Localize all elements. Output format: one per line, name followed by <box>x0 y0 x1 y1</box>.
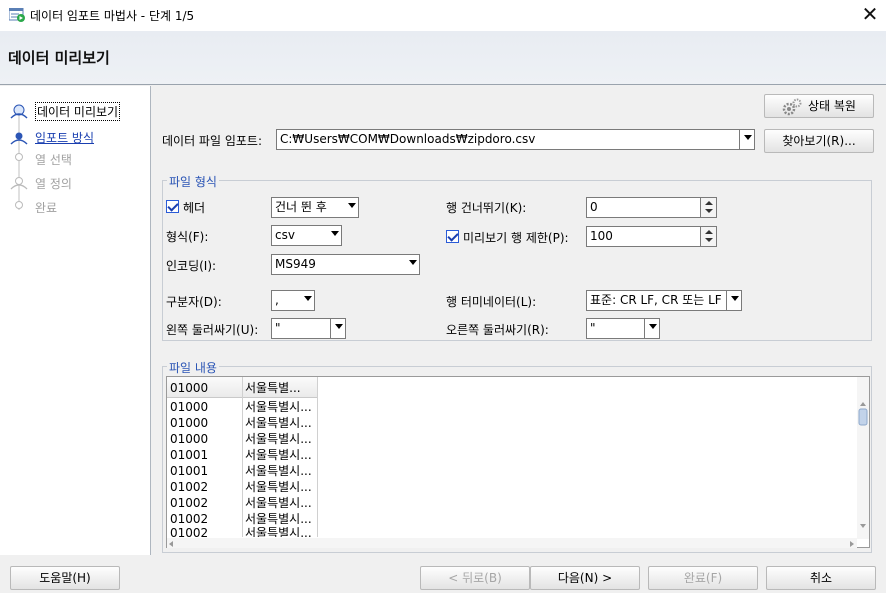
delimiter-select[interactable]: , <box>271 290 315 311</box>
browse-button[interactable]: 찾아보기(R)... <box>764 129 874 153</box>
table-cell: 서울특별시... <box>245 416 312 430</box>
chevron-down-icon <box>304 296 312 301</box>
table-cell: 서울특별시... <box>245 448 312 462</box>
chevron-down-icon <box>649 324 657 329</box>
format-label: 형식(F): <box>166 230 209 244</box>
table-cell: 서울특별시... <box>245 400 312 414</box>
header-checkbox[interactable] <box>166 200 179 213</box>
step-column-select: 열 선택 <box>35 153 72 167</box>
step-navigator: 데이터 미리보기 임포트 방식 열 선택 열 정의 완료 <box>0 86 151 555</box>
file-contents-table[interactable]: 01000 서울특별... 01000 서울특별시... 01000 서울특별시… <box>166 376 870 548</box>
column-header[interactable]: 서울특별... <box>245 380 315 396</box>
preview-limit-label: 미리보기 행 제한(P): <box>463 231 569 245</box>
chevron-down-icon <box>331 231 339 236</box>
vertical-scrollbar[interactable] <box>857 377 869 539</box>
table-cell: 서울특별시... <box>245 512 312 526</box>
encoding-select[interactable]: MS949 <box>271 254 420 275</box>
column-header[interactable]: 01000 <box>170 380 240 396</box>
restore-state-button[interactable]: 상태 복원 <box>764 94 874 118</box>
step-data-preview[interactable]: 데이터 미리보기 <box>35 102 121 121</box>
wizard-header <box>0 31 886 85</box>
next-button[interactable]: 다음(N) > <box>530 566 640 590</box>
table-cell: 01002 <box>170 527 209 537</box>
left-enclosure-label: 왼쪽 둘러싸기(U): <box>166 323 259 337</box>
restore-state-label: 상태 복원 <box>808 99 856 113</box>
window-title: 데이터 임포트 마법사 - 단계 1/5 <box>30 9 195 23</box>
spin-icon[interactable] <box>700 198 716 217</box>
header-label: 헤더 <box>183 201 206 215</box>
chevron-down-icon <box>744 135 752 140</box>
page-title: 데이터 미리보기 <box>8 49 110 67</box>
file-path-value: C:₩Users₩COM₩Downloads₩zipdoro.csv <box>280 132 536 146</box>
table-cell: 01002 <box>170 512 209 526</box>
table-cell: 서울특별시... <box>245 464 312 478</box>
chevron-down-icon <box>335 324 343 329</box>
finish-button[interactable]: 완료(F) <box>648 566 758 590</box>
table-cell: 01001 <box>170 464 209 478</box>
back-button[interactable]: < 뒤로(B) <box>420 566 530 590</box>
terminator-label: 행 터미네이터(L): <box>446 295 537 309</box>
close-icon[interactable]: ✕ <box>858 4 882 26</box>
spin-icon[interactable] <box>700 227 716 246</box>
table-cell: 01002 <box>170 480 209 494</box>
chevron-down-icon <box>409 260 417 265</box>
cancel-button[interactable]: 취소 <box>766 566 876 590</box>
step-column-define: 열 정의 <box>35 177 72 191</box>
right-enclosure-label: 오른쪽 둘러싸기(R): <box>446 323 549 337</box>
table-cell: 서울특별시... <box>245 432 312 446</box>
step-finish: 완료 <box>35 201 58 215</box>
format-value: csv <box>275 228 295 242</box>
format-select[interactable]: csv <box>271 225 342 246</box>
table-cell: 01001 <box>170 448 209 462</box>
encoding-label: 인코딩(I): <box>166 259 217 273</box>
help-button[interactable]: 도움말(H) <box>10 566 120 590</box>
delimiter-label: 구분자(D): <box>166 295 222 309</box>
right-enclosure-select[interactable]: " <box>586 318 660 339</box>
file-label: 데이터 파일 임포트: <box>162 134 262 148</box>
scroll-arrows-icon <box>169 541 854 547</box>
preview-limit-checkbox[interactable] <box>446 230 459 243</box>
gears-icon <box>782 98 802 116</box>
table-cell: 서울특별시... <box>245 480 312 494</box>
table-cell: 01000 <box>170 432 209 446</box>
chevron-down-icon <box>731 296 739 301</box>
scroll-arrows-icon <box>858 402 868 528</box>
header-mode-value: 건너 뛴 후 <box>275 200 327 214</box>
skip-rows-stepper[interactable]: 0 <box>586 197 717 218</box>
table-cell: 서울특별시... <box>245 496 312 510</box>
table-cell: 01002 <box>170 496 209 510</box>
terminator-select[interactable]: 표준: CR LF, CR 또는 LF <box>586 290 742 311</box>
terminator-value: 표준: CR LF, CR 또는 LF <box>590 293 722 307</box>
table-cell: 01000 <box>170 416 209 430</box>
step-import-method[interactable]: 임포트 방식 <box>35 129 94 146</box>
table-cell: 01000 <box>170 400 209 414</box>
chevron-down-icon <box>348 203 356 208</box>
left-enclosure-value: " <box>275 321 281 335</box>
skip-rows-label: 행 건너뛰기(K): <box>446 201 527 215</box>
preview-limit-stepper[interactable]: 100 <box>586 226 717 247</box>
header-mode-select[interactable]: 건너 뛴 후 <box>271 197 359 218</box>
file-contents-title: 파일 내용 <box>167 359 219 376</box>
encoding-value: MS949 <box>275 257 316 271</box>
app-icon <box>9 8 25 22</box>
file-path-combo[interactable]: C:₩Users₩COM₩Downloads₩zipdoro.csv <box>276 129 755 150</box>
preview-limit-value: 100 <box>590 229 613 243</box>
right-enclosure-value: " <box>590 321 596 335</box>
table-cell: 서울특별시... <box>245 527 312 537</box>
step-tree-icon <box>10 104 28 210</box>
delimiter-value: , <box>275 293 279 307</box>
left-enclosure-select[interactable]: " <box>271 318 346 339</box>
skip-rows-value: 0 <box>590 200 598 214</box>
horizontal-scrollbar[interactable] <box>167 538 857 548</box>
file-format-title: 파일 형식 <box>167 173 219 190</box>
